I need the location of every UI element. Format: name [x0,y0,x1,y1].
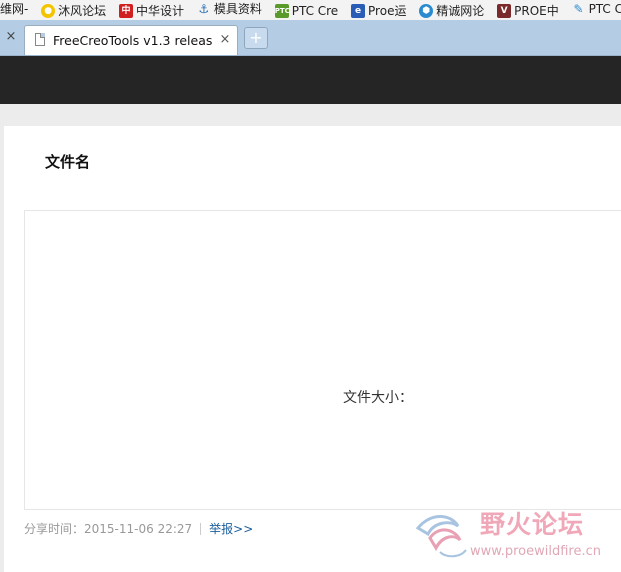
anchor-icon: ⚓ [198,2,210,16]
ptc-logo-icon: PTC [274,4,290,18]
watermark: 野火论坛 www.proewildfire.cn [410,506,621,572]
tab-strip: × FreeCreoTools v1.3 release × + [0,20,621,56]
tab-title: FreeCreoTools v1.3 release [53,33,213,48]
watermark-url: www.proewildfire.cn [470,544,601,559]
new-tab-button[interactable]: + [244,27,268,49]
bookmark-label: 中华设计 [136,4,185,18]
bookmark-label: 模具资料 [213,2,262,16]
bookmark-label: PTC Cre [291,4,339,18]
hex-logo-icon: ⬢ [419,4,434,18]
report-link[interactable]: 举报>> [209,522,253,536]
watermark-title: 野火论坛 [480,510,585,539]
tab-active[interactable]: FreeCreoTools v1.3 release × [24,25,238,55]
bookmark-label: 精诚网论 [436,4,485,18]
document-icon [35,33,45,46]
ie-icon: e [351,4,366,18]
bookmark-label: PTC Cre [588,2,621,16]
bookmark-4[interactable]: ⚓ 模具资料 [197,0,262,18]
zhonghua-logo-icon: 中 [119,4,134,18]
bookmark-label: 维网- [0,2,29,16]
bookmark-9[interactable]: ✎ PTC Cre [572,0,621,18]
bookmark-label: Proe运 [368,4,407,18]
close-icon[interactable]: × [218,33,232,47]
bookmarks-bar: 维网- ● 沐风论坛 中 中华设计 ⚓ 模具资料 PTC PTC Cre e P… [0,0,621,20]
bookmark-label: PROE中 [514,4,559,18]
bookmark-label: 沐风论坛 [58,4,107,18]
bookmark-7[interactable]: ⬢ 精诚网论 [419,2,484,20]
bookmark-5[interactable]: PTC PTC Cre [274,2,339,20]
shield-logo-icon: V [497,4,512,18]
share-time-label: 分享时间： [24,522,85,536]
bulb-icon: ● [41,4,56,18]
file-info-box [24,210,621,510]
bookmark-2[interactable]: ● 沐风论坛 [41,2,106,20]
share-time-value: 2015-11-06 22:27 [84,522,193,536]
bookmark-8[interactable]: V PROE中 [497,2,559,20]
file-name-label: 文件名 [45,153,91,171]
bookmark-3[interactable]: 中 中华设计 [119,2,184,20]
file-size-label: 文件大小： [343,390,413,406]
share-info: 分享时间：2015-11-06 22:27 举报>> [24,521,253,537]
divider [200,523,202,535]
pen-icon: ✎ [573,2,584,16]
site-header [0,56,621,104]
bookmark-1[interactable]: 维网- [0,0,28,18]
close-icon[interactable]: × [4,30,18,44]
bookmark-6[interactable]: e Proe运 [351,2,406,20]
